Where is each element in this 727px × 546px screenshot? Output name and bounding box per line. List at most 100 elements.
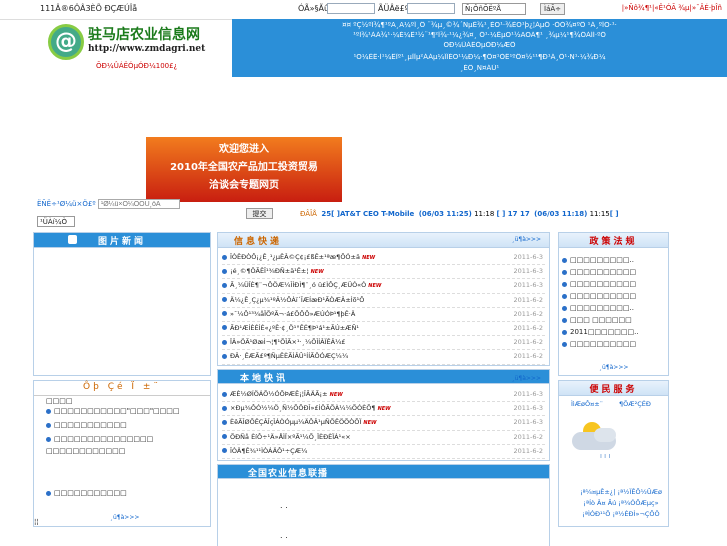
new-badge-icon: NEW xyxy=(363,420,377,427)
top-links[interactable]: |»Ñô¾¶¹|«Ê¹ÓÃ ¾µ|»¯ÂÉ·þÎñ xyxy=(622,4,722,12)
ticker-date: (06/03 11:18) xyxy=(534,210,588,218)
date-text: 111Â®6ÔÂ3ÈÕ ÐÇÆÚÎå xyxy=(40,4,138,13)
list-item-label: □□□□□□□□□□□"□□□"□□□□ xyxy=(54,407,180,415)
news-item[interactable]: ÆÈ½ØÍÖÁÕ½ÓÕÞÆÊ¡¦ÎÃÄÃ¡± NEW 2011-6-3 xyxy=(222,388,545,403)
news-title: »¯¼Ô¹³¾åÏÕºÃ¬·á£ÕÔÔ»ÆÚÓÞ¹¶þÊ·Ä xyxy=(230,309,356,318)
news-date: 2011-6-3 xyxy=(513,281,543,290)
news-item[interactable]: ¡é¸©¶ÖÃÊÎ¹¾ÐÑ±ä¹Ê±¦ NEW 2011-6-3 xyxy=(222,265,545,280)
nav-row[interactable]: ÕÐ¼ÛÁËÓµÓÐ¼ÆÔ xyxy=(232,41,727,49)
expo-banner[interactable]: 欢迎您进入 2010年全国农产品加工投资贸易 洽谈会专题网页 xyxy=(146,137,342,202)
broadcast-item[interactable]: . . xyxy=(280,501,288,510)
search-scope-select[interactable]: ¹ÜÀí¼Ò xyxy=(37,216,75,227)
policy-panel: 政策法规 □□□□□□□□□.. □□□□□□□□□□ □□□□□□□□□□ □… xyxy=(558,232,669,376)
bullet-icon xyxy=(222,405,227,411)
search-submit-button[interactable]: 提交 xyxy=(246,208,273,219)
market-list: □□□□□□□□□□□ xyxy=(46,487,206,499)
username-label: ÓÃ»§Ãû xyxy=(298,4,330,13)
national-broadcast-panel: 全国农业信息联播 . . . . xyxy=(217,464,550,546)
list-item[interactable]: 2011□□□□□□□.. xyxy=(562,326,666,338)
news-item[interactable]: ×Ðµ¾ÔÓ½¼Ö¸Ñ½ÕÕÐÎ»£ÌÖÃÕÀ¼¼ÕÓÈÕ¶ NEW 2011-6… xyxy=(222,402,545,417)
ticker-time: 11:15 xyxy=(589,210,610,218)
broadcast-item[interactable]: . . xyxy=(280,531,288,540)
list-item[interactable]: □□□□□□□□□□□□□□□ □□□□□□□□□□□□ xyxy=(46,433,206,463)
news-title: ¡é¸©¶ÖÃÊÎ¹¾ÐÑ±ä¹Ê±¦ xyxy=(230,267,309,276)
weather-text[interactable]: ¡ª¼¤µÊ±¿| ¡ª½ÏÊÕ½ÛÆø ¡ªÍò Â¤ Ãú ¡ª¾ÓÔÆµç… xyxy=(566,487,676,520)
ticker-item[interactable]: [ ] 17 17 xyxy=(497,210,530,218)
ticker-num: 25 xyxy=(321,210,332,218)
news-title: Ä¼¿Ê¸Ç¿µ¾¹ºÂ½ÔÀï´ÎÆÍæÐ¹ÃÒÆÂ±Ìõ¹Ô xyxy=(230,295,365,304)
news-date: 2011-6-2 xyxy=(513,338,543,347)
site-logo[interactable]: @ 驻马店农业信息网 http://www.zmdagri.net ÕÐ¼ÛÁË… xyxy=(48,22,218,72)
bullet-icon xyxy=(222,391,227,397)
ticker-tail[interactable]: [ ] xyxy=(610,210,619,218)
nav-row[interactable]: ¹ºÍ¾¹ÀÁ¾¹·¼É¼Ê¹½¨¹¶²Î¾·¹¼¿¾¤¸ Ö¹·¼ÊµÕ¹½Ã… xyxy=(232,31,727,39)
bullet-icon xyxy=(562,317,567,323)
bullet-icon xyxy=(562,329,567,335)
list-item[interactable]: □□□□□□□□□□□ xyxy=(46,487,206,499)
list-item[interactable]: □□□□□□□□□.. xyxy=(562,302,666,314)
news-item[interactable]: Ã¸¼ÜÎÈ¶¨¬ÔÖÆ¼ÎÍÐÌ¶¨¸ó ü£ÌÔÇ¸ÆÜÓ«Ó NEW 201… xyxy=(222,279,545,294)
search-label: ËÑË÷¹Ø¼ü×Ö£º xyxy=(37,200,96,208)
news-item[interactable]: Ä¼¿Ê¸Ç¿µ¾¹ºÂ½ÔÀï´ÎÆÍæÐ¹ÃÒÆÂ±Ìõ¹Ô 2011-6-2 xyxy=(222,294,545,308)
weather-link[interactable]: ÌìÆøÔ¤±¨ xyxy=(571,400,603,408)
list-item[interactable]: □□□□ xyxy=(46,397,206,405)
bullet-icon xyxy=(222,339,227,345)
news-item[interactable]: ÏÂ»ÖÃ¹ØæÌ¬¦¶¹ÕÎÃ×¹·¸¼ÕÎÍÂÏÊÂ¼£ 2011-6-2 xyxy=(222,336,545,351)
news-date: 2011-6-2 xyxy=(513,432,543,441)
rain-icon: ı ı ı xyxy=(600,452,611,460)
news-item[interactable]: ÎÒÊÐÒÔ¡¿Ê¸¹¿µÊÂ©Ç¢¡£ßÊ±¹ªæ¶ÕÓ±ä NEW 2011-… xyxy=(222,251,545,266)
panel-header: 本地快讯 xyxy=(218,370,549,384)
nav-row[interactable]: ¹Õ¼ÊÊ·Í¹¼ÊÎº¹¸µÎÎµ²ÁÁµ¼ÎÎÉÕ¹¼Ð¼·¶Ô¤¹ÒÊ¹º… xyxy=(232,53,727,61)
list-item[interactable]: □□□□□□□□□□□ xyxy=(46,419,206,433)
username-input[interactable] xyxy=(327,3,375,14)
ticker-prefix: ÐÂÎÅ xyxy=(300,210,317,218)
more-link[interactable]: ¸ü¶à>>> xyxy=(599,364,628,371)
list-item-label: □□□□□□□□□.. xyxy=(570,256,634,264)
ticker-date: (06/03 11:25) xyxy=(418,210,472,218)
list-item[interactable]: □□□□□□□□□□ xyxy=(562,266,666,278)
list-item[interactable]: □□□□□□□□□□ xyxy=(562,278,666,290)
search-bar: ËÑË÷¹Ø¼ü×Ö£º xyxy=(37,199,180,209)
banner-line: 欢迎您进入 xyxy=(219,144,269,155)
bullet-icon xyxy=(222,282,227,288)
news-item[interactable]: ÕÐÑå ÈíÔ÷¹Ä»ÅÌÏ×ºÃ¹¼Õ¸ÏÈÐÈÏÁ¹«× 2011-6-2 xyxy=(222,431,545,445)
news-item[interactable]: »¯¼Ô¹³¾åÏÕºÃ¬·á£ÕÔÔ»ÆÚÓÞ¹¶þÊ·Ä 2011-6-2 xyxy=(222,308,545,322)
bullet-icon xyxy=(562,341,567,347)
list-item[interactable]: □□□□□□□□□.. xyxy=(562,254,666,266)
search-input[interactable] xyxy=(97,199,180,209)
more-link[interactable]: ¸ü¶à>>> xyxy=(110,514,139,521)
bullet-icon xyxy=(46,490,51,496)
news-title: ÃÐ¹ÆÍÈÉÍÉ«¿ºÊ·¢¸Ö¹°ÊÉ¶Þ¹á¹±ÃÚ±ÆÑ¹ xyxy=(230,323,359,332)
news-item[interactable]: ÃÐ¹ÆÍÈÉÍÉ«¿ºÊ·¢¸Ö¹°ÊÉ¶Þ¹á¹±ÃÚ±ÆÑ¹ 2011-6-… xyxy=(222,322,545,337)
more-link[interactable]: ¸ü¶à>>> xyxy=(512,375,541,382)
market-list: □□□□ □□□□□□□□□□□"□□□"□□□□ □□□□□□□□□□□ □□… xyxy=(46,397,206,463)
nav-row[interactable]: ¤¤ ºÇ½ºÎ¾¶¹ºÃ¸Ã¼ºÎ¸Ô ¨¾µ¸©¾´ÑµÊ¾¹¸ÉÕ¹·¾È… xyxy=(232,21,727,29)
service-link[interactable]: ¶ÕÆ²ÇÉÐ xyxy=(619,400,651,408)
news-title: ÎÒÊÐÒÔ¡¿Ê¸¹¿µÊÂ©Ç¢¡£ßÊ±¹ªæ¶ÕÓ±ä xyxy=(230,253,360,261)
account-type-select[interactable]: Ñ¡ÔñÕËºÅ xyxy=(462,3,526,15)
login-button[interactable]: ÌáÃ÷ xyxy=(540,3,566,15)
list-item[interactable]: □□□ □□□□□□ xyxy=(562,314,666,326)
list-item-label: □□□ □□□□□□ xyxy=(570,316,632,324)
panel-title: 本地快讯 xyxy=(240,374,289,384)
new-badge-icon: NEW xyxy=(362,255,376,261)
bullet-icon xyxy=(222,254,227,260)
nav-row[interactable]: ¸ÉÖ¸Ñ¤ÁÜ¹ xyxy=(232,64,727,72)
list-item[interactable]: □□□□□□□□□□ xyxy=(562,338,666,350)
password-label: ÃÜÂë£º xyxy=(378,4,409,13)
more-link[interactable]: ¸ü¶à>>> xyxy=(512,236,541,243)
news-item[interactable]: ÈêÃÎØÕÊÇÂÎçÎÁÒÓµµ¼ÄÔÂ¹µÑÕÊÖÕÒÕÏ NEW 2011-… xyxy=(222,416,545,431)
panel-header: Ôþ Çé Ï ±¨ xyxy=(34,381,210,396)
list-item-label: □□□□□□□□□□□ xyxy=(54,489,127,497)
ticker-item[interactable]: [ ]AT&T CEO T-Mobile xyxy=(331,210,414,218)
news-ticker[interactable]: ÐÂÎÅ 25[ ]AT&T CEO T-Mobile (06/03 11:25… xyxy=(300,210,619,218)
panel-header: 政策法规 xyxy=(559,233,668,248)
list-item[interactable]: □□□□□□□□□□□"□□□"□□□□ xyxy=(46,405,206,419)
password-input[interactable] xyxy=(407,3,455,14)
weather-line: ¡ªÍò Â¤ Ãú ¡ª¾ÓÔÆµç» xyxy=(583,499,659,507)
news-item[interactable]: ÐÂ·¸ÊÆÃ£º¶ÑµÊÈÃÌÂÛ¹ÍÍÃÖÓÆÇ¼¼ 2011-6-2 xyxy=(222,350,545,365)
news-item[interactable]: ÎÒÄ¶Ê¾¹¹ÌÒÁÄÔ¹÷ÇÆ¼ 2011-6-2 xyxy=(222,445,545,459)
list-item-label: □□□□□□□□□□ xyxy=(570,340,637,348)
list-item[interactable]: □□□□□□□□□□ xyxy=(562,290,666,302)
bullet-icon xyxy=(562,257,567,263)
